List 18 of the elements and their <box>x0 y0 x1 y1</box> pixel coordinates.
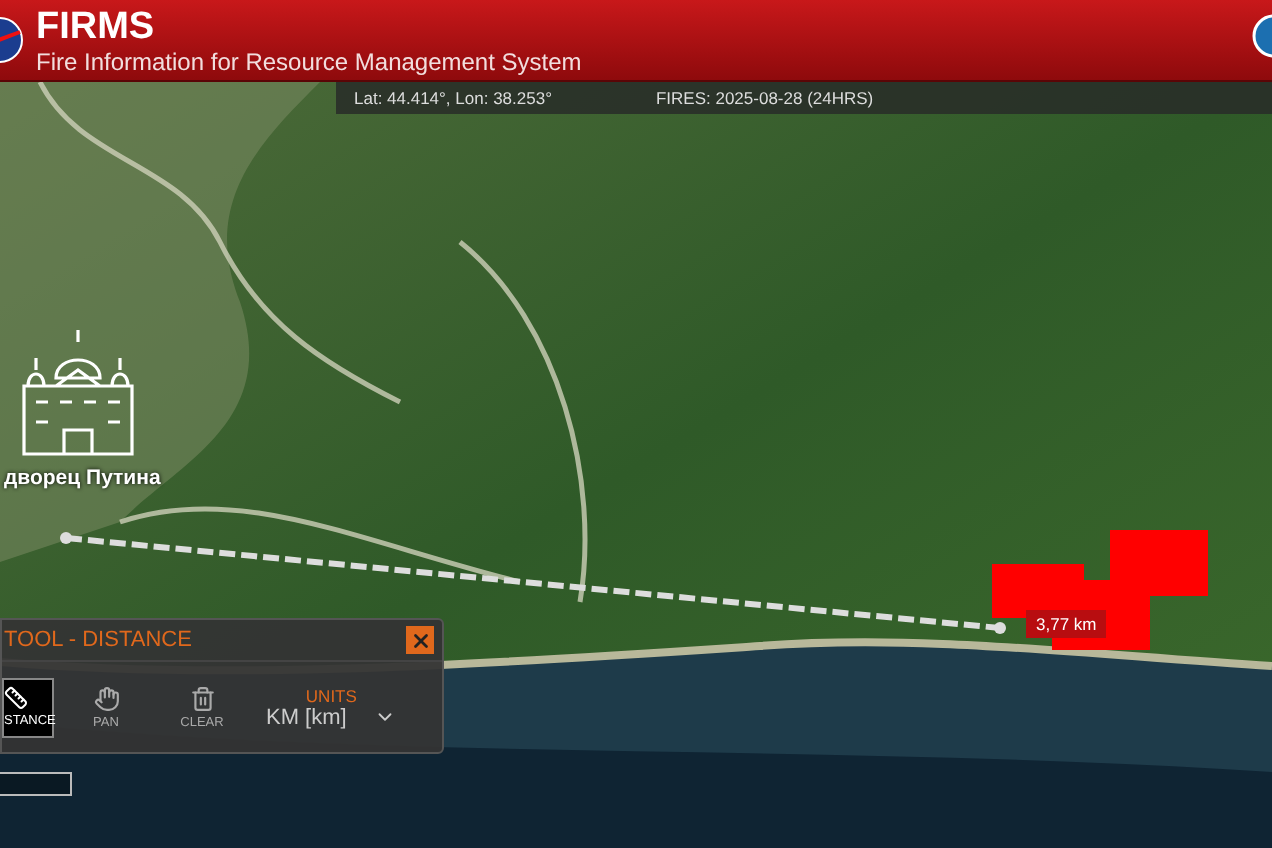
fires-date-text: FIRES: 2025-08-28 (24HRS) <box>655 88 874 108</box>
trash-icon <box>189 685 215 711</box>
scale-bar <box>0 772 72 796</box>
close-button[interactable] <box>406 626 434 654</box>
hand-icon <box>93 685 119 711</box>
app-title: FIRMS <box>36 7 157 45</box>
panel-title: TOOL - DISTANCE <box>4 628 192 652</box>
landmark-label: дворец Путина <box>4 466 161 490</box>
distance-label: 3,77 km <box>1026 610 1107 638</box>
coordinates-text: Lat: 44.414°, Lon: 38.253° <box>354 88 552 108</box>
units-label: UNITS <box>305 685 357 705</box>
logo-icon <box>0 16 24 64</box>
app-subtitle: Fire Information for Resource Management System <box>36 49 582 73</box>
logo-icon <box>1252 12 1272 60</box>
palace-icon <box>20 326 136 458</box>
close-icon <box>409 629 431 651</box>
units-dropdown[interactable]: KM [km] <box>266 705 397 729</box>
ruler-icon <box>4 686 28 710</box>
